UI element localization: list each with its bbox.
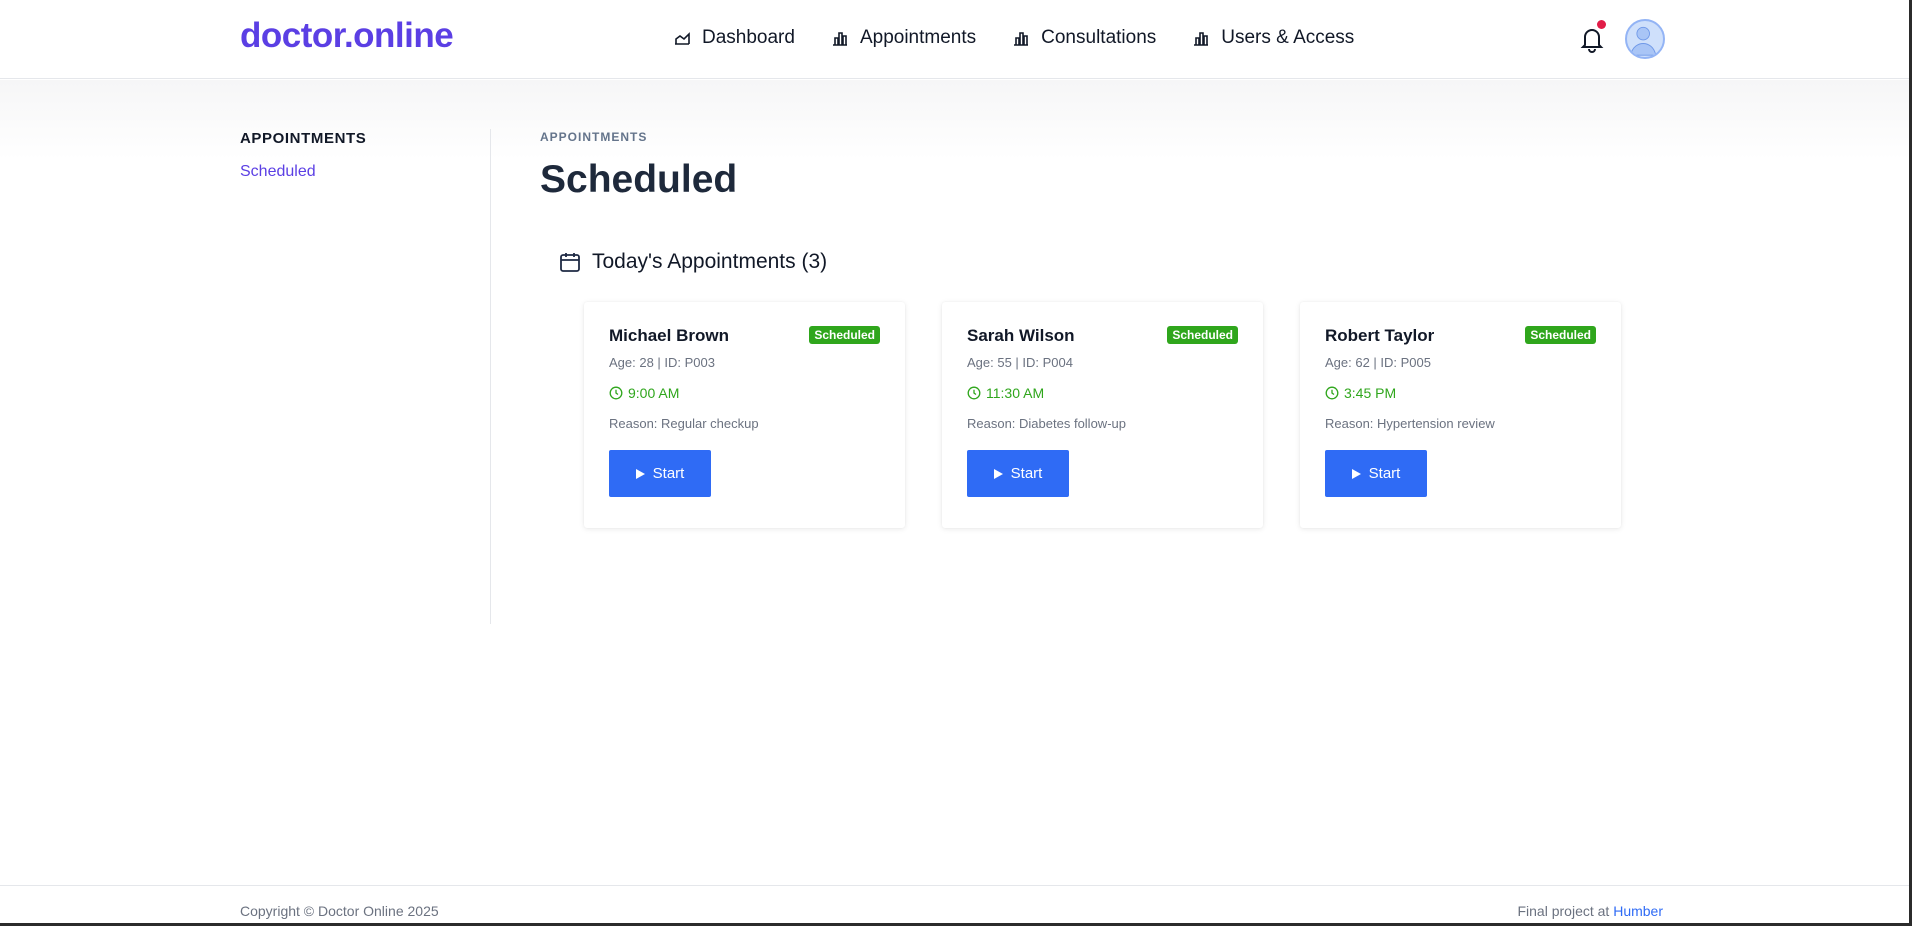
appointment-time: 9:00 AM [609, 385, 880, 401]
footer-credit: Final project at Humber [1517, 903, 1663, 919]
appointment-cards: Michael Brown Scheduled Age: 28 | ID: P0… [584, 302, 1621, 528]
play-icon [635, 468, 645, 479]
section-header: Today's Appointments (3) [558, 250, 827, 274]
nav-item-consultations[interactable]: Consultations [1011, 24, 1156, 52]
user-avatar[interactable] [1625, 19, 1665, 59]
nav-item-appointments[interactable]: Appointments [830, 24, 976, 52]
start-button[interactable]: Start [609, 450, 711, 497]
page-footer: Copyright © Doctor Online 2025 Final pro… [0, 885, 1909, 923]
start-button[interactable]: Start [1325, 450, 1427, 497]
time-label: 11:30 AM [986, 385, 1045, 401]
start-button[interactable]: Start [967, 450, 1069, 497]
sidebar-divider [490, 129, 491, 624]
nav-label: Users & Access [1221, 27, 1355, 48]
user-icon [1630, 26, 1657, 56]
bar-chart-icon [1194, 32, 1209, 46]
chart-area-icon [675, 32, 690, 45]
humber-link[interactable]: Humber [1613, 903, 1663, 919]
copyright-text: Copyright © Doctor Online 2025 [240, 903, 439, 919]
bar-chart-icon [832, 32, 847, 46]
bell-icon [1580, 29, 1604, 53]
footer-credit-text: Final project at [1517, 903, 1614, 919]
appointment-card: Sarah Wilson Scheduled Age: 55 | ID: P00… [942, 302, 1263, 528]
appointment-time: 3:45 PM [1325, 385, 1596, 401]
patient-meta: Age: 62 | ID: P005 [1325, 355, 1431, 370]
bar-chart-icon [1014, 32, 1029, 46]
app-window: doctor.online Dashboard Appointments Con… [0, 0, 1912, 926]
status-badge: Scheduled [1525, 326, 1596, 344]
play-icon [993, 468, 1003, 479]
section-title: Today's Appointments (3) [592, 250, 828, 273]
main-content: APPOINTMENTS Scheduled [540, 130, 737, 202]
sidebar-item-scheduled[interactable]: Scheduled [240, 163, 490, 181]
nav-label: Appointments [859, 27, 977, 48]
nav-label: Dashboard [702, 27, 795, 48]
notification-button[interactable] [1580, 20, 1606, 53]
clock-icon [967, 386, 981, 400]
start-label: Start [652, 465, 685, 482]
start-label: Start [1368, 465, 1401, 482]
time-label: 3:45 PM [1344, 385, 1397, 401]
appointment-card: Michael Brown Scheduled Age: 28 | ID: P0… [584, 302, 905, 528]
status-badge: Scheduled [809, 326, 880, 344]
nav-item-dashboard[interactable]: Dashboard [672, 24, 795, 52]
breadcrumb: APPOINTMENTS [540, 130, 648, 144]
main-nav: Dashboard Appointments Consultations Use… [672, 24, 1389, 52]
appointment-reason: Reason: Hypertension review [1325, 416, 1495, 431]
appointment-reason: Reason: Regular checkup [609, 416, 759, 431]
appointment-reason: Reason: Diabetes follow-up [967, 416, 1126, 431]
appointment-card: Robert Taylor Scheduled Age: 62 | ID: P0… [1300, 302, 1621, 528]
patient-meta: Age: 55 | ID: P004 [967, 355, 1073, 370]
clock-icon [1325, 386, 1339, 400]
calendar-icon [560, 253, 580, 272]
clock-icon [609, 386, 623, 400]
top-header: doctor.online Dashboard Appointments Con… [0, 0, 1909, 79]
page-title: Scheduled [540, 158, 738, 201]
brand-logo[interactable]: doctor.online [240, 16, 454, 56]
time-label: 9:00 AM [628, 385, 680, 401]
patient-meta: Age: 28 | ID: P003 [609, 355, 715, 370]
appointment-time: 11:30 AM [967, 385, 1238, 401]
nav-label: Consultations [1041, 27, 1157, 48]
status-badge: Scheduled [1167, 326, 1238, 344]
start-label: Start [1010, 465, 1043, 482]
sidebar: APPOINTMENTS Scheduled [240, 130, 490, 181]
notification-dot [1597, 20, 1606, 29]
nav-item-users-access[interactable]: Users & Access [1191, 24, 1354, 52]
play-icon [1351, 468, 1361, 479]
sidebar-title: APPOINTMENTS [240, 130, 367, 147]
